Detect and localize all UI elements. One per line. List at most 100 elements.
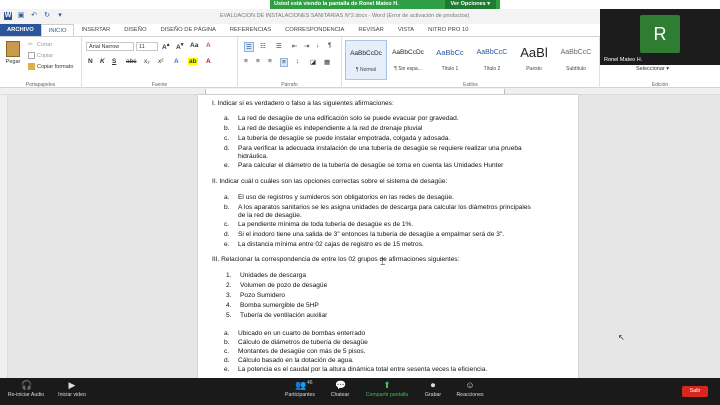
paste-button[interactable]: Pegar (4, 41, 22, 65)
tab-diseno[interactable]: DISEÑO (117, 24, 153, 36)
screen: Usted está viendo la pantalla de Ronel M… (0, 0, 720, 405)
align-right-icon[interactable]: ≡ (268, 58, 272, 65)
font-group: Arial Narrow 11 A▴ A▾ Aa A N K S abc x₂ … (82, 37, 238, 89)
section-heading: III. Relacionar la correspondencia de en… (212, 256, 460, 263)
undo-icon[interactable]: ↶ (30, 12, 38, 20)
sort-icon[interactable]: ↓ (316, 42, 319, 49)
tab-referencias[interactable]: REFERENCIAS (223, 24, 278, 36)
text-effects-icon[interactable]: A (174, 58, 179, 65)
tab-nitro[interactable]: NITRO PRO 10 (421, 24, 475, 36)
save-icon[interactable]: ▣ (17, 12, 25, 20)
section-heading: II. Indicar cuál o cuáles son las opcion… (212, 178, 448, 185)
customize-qat-icon[interactable]: ▾ (56, 12, 64, 20)
horizontal-ruler (0, 88, 720, 95)
clear-format-icon[interactable]: A (206, 42, 211, 49)
record-icon: ⏺ (430, 380, 436, 390)
font-color-icon[interactable]: A (206, 58, 211, 65)
underline-icon[interactable]: S (112, 58, 116, 65)
italic-icon[interactable]: K (100, 58, 105, 65)
view-options-button[interactable]: Ver Opciones ▾ (444, 0, 496, 9)
line-spacing-icon[interactable]: ↕ (296, 58, 299, 65)
tab-revisar[interactable]: REVISAR (351, 24, 390, 36)
font-size-select[interactable]: 11 (136, 42, 158, 51)
paste-icon (6, 41, 20, 57)
redo-icon[interactable]: ↻ (43, 12, 51, 20)
participants-button[interactable]: 👥 Participantes (280, 380, 320, 399)
participant-name: Ronel Mateo H. (604, 57, 643, 63)
audio-button[interactable]: 🎧 Re-iniciar Audio (6, 380, 46, 399)
tab-diseno-pagina[interactable]: DISEÑO DE PÁGINA (153, 24, 222, 36)
paragraph-group: ☰ ☷ ☰ ⇤ ⇥ ↓ ¶ ≡ ≡ ≡ ≡ ↕ ◪ ▦ Párrafo (238, 37, 342, 89)
record-button[interactable]: ⏺ Grabar (418, 380, 448, 399)
clipboard-group: Pegar ✂ Cortar Copiar Copiar formato Port… (0, 37, 82, 89)
font-name-select[interactable]: Arial Narrow (86, 42, 134, 51)
mouse-pointer-icon: ↖ (618, 333, 625, 342)
document-page[interactable]: I. Indicar si es verdadero o falso a las… (198, 95, 578, 378)
format-painter-button[interactable]: Copiar formato (28, 63, 73, 70)
tab-vista[interactable]: VISTA (391, 24, 421, 36)
copy-button[interactable]: Copiar (28, 52, 53, 59)
share-screen-icon: ⬆ (383, 380, 391, 390)
style-title[interactable]: AaBl Puesto (513, 40, 555, 80)
style-heading-2[interactable]: AaBbCcC Título 2 (471, 40, 513, 80)
headphones-icon: 🎧 (21, 380, 33, 390)
style-normal[interactable]: AaBbCcDc ¶ Normal (345, 40, 387, 80)
subscript-icon[interactable]: x₂ (144, 58, 150, 65)
styles-gallery: AaBbCcDc ¶ Normal AaBbCcDc ¶ Sin espa...… (345, 40, 600, 80)
document-title: EVALUACION DE INSTALACIONES SANITARIAS N… (220, 13, 470, 19)
participants-count: 46 (307, 380, 313, 386)
copy-icon (28, 52, 35, 59)
numbering-icon[interactable]: ☷ (260, 42, 266, 50)
style-subtitle[interactable]: AaBbCcC Subtítulo (555, 40, 597, 80)
scissors-icon: ✂ (28, 42, 34, 48)
borders-icon[interactable]: ▦ (324, 58, 330, 66)
ruler-page-area (205, 89, 505, 94)
share-screen-button[interactable]: ⬆ Compartir pantalla (360, 380, 414, 399)
section-heading: I. Indicar si es verdadero o falso a las… (212, 100, 394, 107)
share-banner: Usted está viendo la pantalla de Ronel M… (270, 0, 500, 9)
superscript-icon[interactable]: x² (158, 58, 163, 65)
paste-label: Pegar (5, 59, 21, 65)
bold-icon[interactable]: N (88, 58, 93, 65)
participant-avatar: R (640, 15, 680, 53)
strikethrough-icon[interactable]: abc (126, 58, 136, 65)
tab-inicio[interactable]: INICIO (40, 24, 75, 36)
decrease-indent-icon[interactable]: ⇤ (292, 42, 297, 50)
chat-button[interactable]: 💬 Chatear (322, 380, 358, 399)
align-left-icon[interactable]: ≡ (244, 58, 248, 65)
brush-icon (28, 63, 35, 70)
vertical-ruler (0, 95, 8, 378)
share-banner-text: Usted está viendo la pantalla de Ronel M… (274, 1, 399, 7)
change-case-icon[interactable]: Aa (190, 42, 198, 49)
increase-indent-icon[interactable]: ⇥ (304, 42, 309, 50)
select-button[interactable]: Seleccionar ▾ (636, 66, 669, 72)
reactions-icon: ☺ (465, 380, 475, 390)
pilcrow-icon[interactable]: ¶ (328, 42, 332, 49)
quick-access-toolbar: W ▣ ↶ ↻ ▾ (4, 12, 64, 20)
highlight-icon[interactable]: ab (188, 58, 198, 65)
multilevel-icon[interactable]: ☰ (276, 42, 282, 50)
leave-button[interactable]: Salir (682, 386, 708, 397)
word-logo-icon: W (4, 12, 12, 20)
reactions-button[interactable]: ☺ Reacciones (452, 380, 488, 399)
shrink-font-icon[interactable]: A▾ (176, 42, 183, 51)
shading-icon[interactable]: ◪ (310, 58, 316, 66)
align-center-icon[interactable]: ≡ (256, 58, 260, 65)
tab-insertar[interactable]: INSERTAR (74, 24, 117, 36)
cut-button[interactable]: ✂ Cortar (28, 41, 52, 48)
chat-icon: 💬 (335, 380, 347, 390)
document-area: I. Indicar si es verdadero o falso a las… (8, 95, 720, 378)
style-no-spacing[interactable]: AaBbCcDc ¶ Sin espa... (387, 40, 429, 80)
tab-archivo[interactable]: ARCHIVO (0, 24, 41, 36)
video-off-icon: ▶ (68, 380, 76, 390)
participants-icon: 👥 (295, 380, 307, 390)
styles-group: AaBbCcDc ¶ Normal AaBbCcDc ¶ Sin espa...… (342, 37, 600, 89)
justify-icon[interactable]: ≡ (280, 58, 288, 67)
text-cursor-icon: ⌶ (380, 257, 386, 267)
grow-font-icon[interactable]: A▴ (162, 42, 169, 51)
style-heading-1[interactable]: AaBbCc Título 1 (429, 40, 471, 80)
video-button[interactable]: ▶ Iniciar video (52, 380, 92, 399)
zoom-toolbar: 🎧 Re-iniciar Audio ▶ Iniciar video 👥 Partic… (0, 378, 720, 405)
bullets-icon[interactable]: ☰ (244, 42, 254, 52)
tab-correspondencia[interactable]: CORRESPONDENCIA (278, 24, 351, 36)
